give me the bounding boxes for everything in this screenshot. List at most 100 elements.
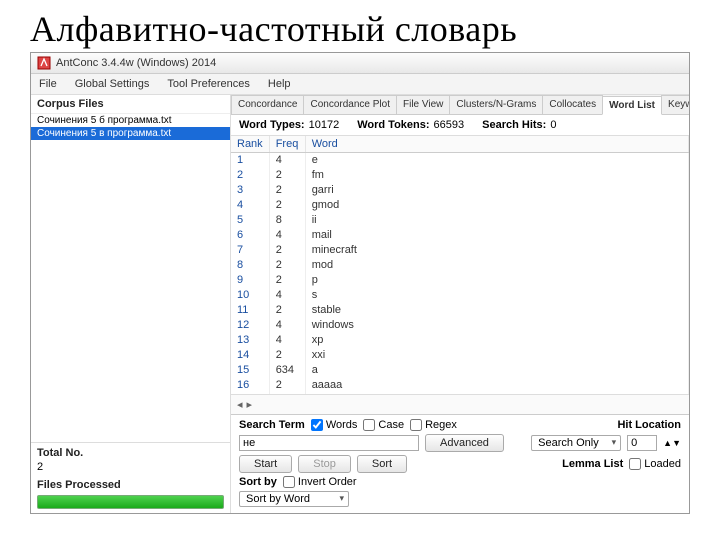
advanced-button[interactable]: Advanced bbox=[425, 434, 504, 452]
cell-word: mail bbox=[305, 228, 688, 243]
cell-word: xp bbox=[305, 333, 688, 348]
table-row[interactable]: 142xxi bbox=[231, 348, 689, 363]
tab-clusters-ngrams[interactable]: Clusters/N-Grams bbox=[449, 95, 543, 114]
tab-keyword-list[interactable]: Keyword List bbox=[661, 95, 689, 114]
cell-freq: 2 bbox=[269, 378, 305, 393]
col-word[interactable]: Word bbox=[305, 136, 688, 153]
table-row[interactable]: 124windows bbox=[231, 318, 689, 333]
cell-freq: 2 bbox=[269, 303, 305, 318]
app-icon bbox=[37, 56, 51, 70]
menubar: File Global Settings Tool Preferences He… bbox=[31, 74, 689, 95]
words-checkbox[interactable]: Words bbox=[311, 419, 358, 431]
tab-file-view[interactable]: File View bbox=[396, 95, 450, 114]
tab-concordance[interactable]: Concordance bbox=[231, 95, 304, 114]
cell-rank: 5 bbox=[231, 213, 269, 228]
search-hits-value: 0 bbox=[550, 119, 556, 131]
sort-by-select[interactable]: Sort by Word bbox=[239, 491, 349, 507]
search-only-select[interactable]: Search Only bbox=[531, 435, 621, 451]
loaded-checkbox[interactable]: Loaded bbox=[629, 458, 681, 470]
cell-word: а bbox=[305, 363, 688, 378]
cell-freq: 2 bbox=[269, 243, 305, 258]
corpus-file[interactable]: Сочинения 5 б программа.txt bbox=[31, 114, 230, 127]
cell-rank: 6 bbox=[231, 228, 269, 243]
table-row[interactable]: 64mail bbox=[231, 228, 689, 243]
cell-word: e bbox=[305, 153, 688, 168]
cell-freq: 4 bbox=[269, 333, 305, 348]
stop-button[interactable]: Stop bbox=[298, 455, 351, 473]
col-rank[interactable]: Rank bbox=[231, 136, 269, 153]
total-no-value: 2 bbox=[37, 461, 224, 473]
total-no-label: Total No. bbox=[37, 447, 224, 459]
wordlist-table-wrap[interactable]: Rank Freq Word 14e22fm32garri42gmod58ii6… bbox=[231, 135, 689, 394]
cell-rank: 14 bbox=[231, 348, 269, 363]
cell-freq: 8 bbox=[269, 213, 305, 228]
corpus-files-header: Corpus Files bbox=[31, 95, 230, 114]
cell-word: mod bbox=[305, 258, 688, 273]
menu-file[interactable]: File bbox=[35, 76, 61, 92]
cell-word: абрикосом bbox=[305, 393, 688, 395]
corpus-file-list[interactable]: Сочинения 5 б программа.txt Сочинения 5 … bbox=[31, 114, 230, 442]
sort-by-label: Sort by bbox=[239, 476, 277, 488]
scroll-left-icon[interactable]: ◂ bbox=[237, 398, 243, 411]
table-row[interactable]: 134xp bbox=[231, 333, 689, 348]
word-tokens-label: Word Tokens: bbox=[357, 119, 429, 131]
cell-word: xxi bbox=[305, 348, 688, 363]
case-checkbox[interactable]: Case bbox=[363, 419, 404, 431]
cell-rank: 4 bbox=[231, 198, 269, 213]
corpus-file[interactable]: Сочинения 5 в программа.txt bbox=[31, 127, 230, 140]
menu-help[interactable]: Help bbox=[264, 76, 295, 92]
table-row[interactable]: 72minecraft bbox=[231, 243, 689, 258]
table-row[interactable]: 58ii bbox=[231, 213, 689, 228]
sort-button[interactable]: Sort bbox=[357, 455, 407, 473]
tab-concordance-plot[interactable]: Concordance Plot bbox=[303, 95, 397, 114]
table-row[interactable]: 32garri bbox=[231, 183, 689, 198]
invert-order-checkbox[interactable]: Invert Order bbox=[283, 476, 357, 488]
lemma-list-label: Lemma List bbox=[562, 458, 623, 470]
cell-freq: 2 bbox=[269, 393, 305, 395]
tab-word-list[interactable]: Word List bbox=[602, 96, 662, 115]
files-processed-label: Files Processed bbox=[37, 479, 224, 491]
spinner-icon[interactable]: ▲▼ bbox=[663, 439, 681, 447]
search-hits-label: Search Hits: bbox=[482, 119, 546, 131]
cell-word: minecraft bbox=[305, 243, 688, 258]
col-freq[interactable]: Freq bbox=[269, 136, 305, 153]
tab-collocates[interactable]: Collocates bbox=[542, 95, 603, 114]
loaded-label: Loaded bbox=[644, 458, 681, 470]
cell-freq: 4 bbox=[269, 228, 305, 243]
menu-global-settings[interactable]: Global Settings bbox=[71, 76, 154, 92]
table-row[interactable]: 82mod bbox=[231, 258, 689, 273]
cell-freq: 634 bbox=[269, 363, 305, 378]
cell-rank: 13 bbox=[231, 333, 269, 348]
table-row[interactable]: 92p bbox=[231, 273, 689, 288]
app-window: AntConc 3.4.4w (Windows) 2014 File Globa… bbox=[30, 52, 690, 514]
table-row[interactable]: 112stable bbox=[231, 303, 689, 318]
table-row[interactable]: 172абрикосом bbox=[231, 393, 689, 395]
cell-word: p bbox=[305, 273, 688, 288]
invert-label: Invert Order bbox=[298, 476, 357, 488]
hit-loc-input[interactable] bbox=[627, 435, 657, 451]
cell-word: fm bbox=[305, 168, 688, 183]
table-row[interactable]: 104s bbox=[231, 288, 689, 303]
regex-checkbox[interactable]: Regex bbox=[410, 419, 457, 431]
table-row[interactable]: 162ааааа bbox=[231, 378, 689, 393]
cell-freq: 2 bbox=[269, 258, 305, 273]
table-row[interactable]: 14e bbox=[231, 153, 689, 168]
table-row[interactable]: 15634а bbox=[231, 363, 689, 378]
start-button[interactable]: Start bbox=[239, 455, 292, 473]
word-tokens-value: 66593 bbox=[434, 119, 465, 131]
table-row[interactable]: 22fm bbox=[231, 168, 689, 183]
cell-word: ii bbox=[305, 213, 688, 228]
cell-freq: 2 bbox=[269, 168, 305, 183]
cell-freq: 2 bbox=[269, 198, 305, 213]
case-label: Case bbox=[378, 419, 404, 431]
scroll-right-icon[interactable]: ▸ bbox=[247, 398, 253, 411]
menu-tool-preferences[interactable]: Tool Preferences bbox=[163, 76, 254, 92]
bottom-controls: Search Term Words Case Regex Hit Locatio… bbox=[231, 414, 689, 513]
cell-word: gmod bbox=[305, 198, 688, 213]
table-row[interactable]: 42gmod bbox=[231, 198, 689, 213]
hscroll[interactable]: ◂ ▸ bbox=[231, 394, 689, 414]
search-input[interactable] bbox=[239, 435, 419, 451]
left-pane: Corpus Files Сочинения 5 б программа.txt… bbox=[31, 95, 231, 513]
window-title: AntConc 3.4.4w (Windows) 2014 bbox=[56, 57, 216, 69]
right-pane: Concordance Concordance Plot File View C… bbox=[231, 95, 689, 513]
